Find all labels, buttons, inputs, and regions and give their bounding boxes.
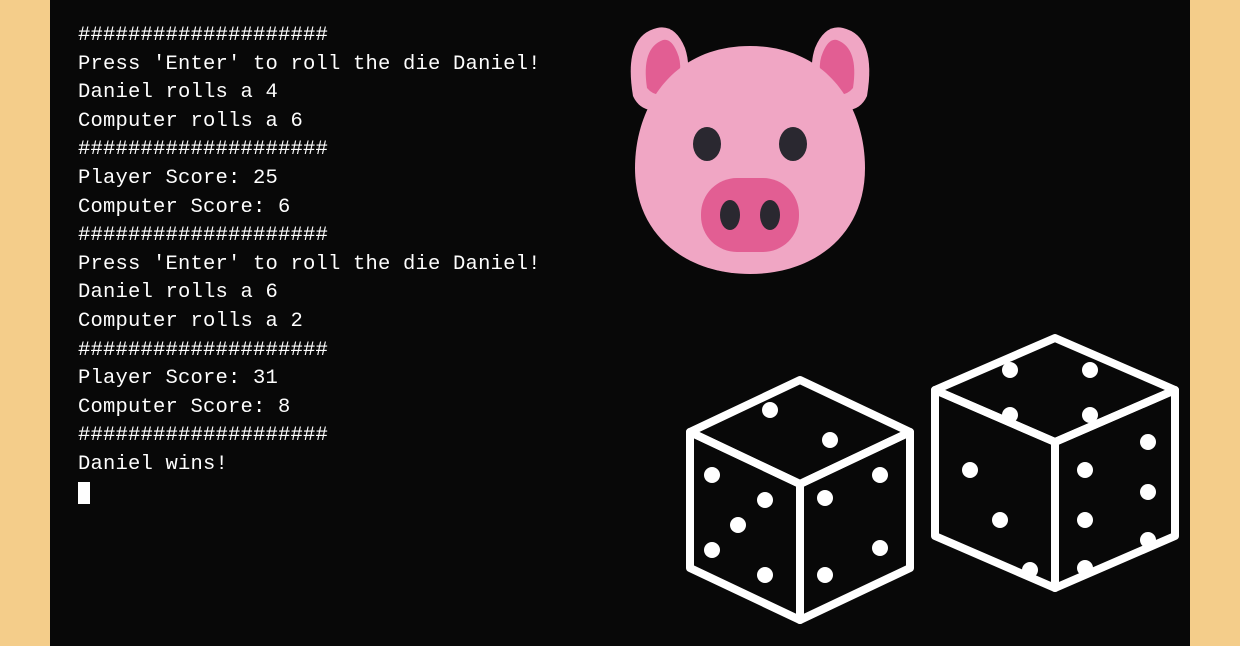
dice-icon [650, 330, 1190, 640]
terminal-cursor [78, 482, 90, 504]
pig-face-icon [615, 18, 885, 278]
terminal-line: Daniel rolls a 6 [78, 279, 1162, 308]
